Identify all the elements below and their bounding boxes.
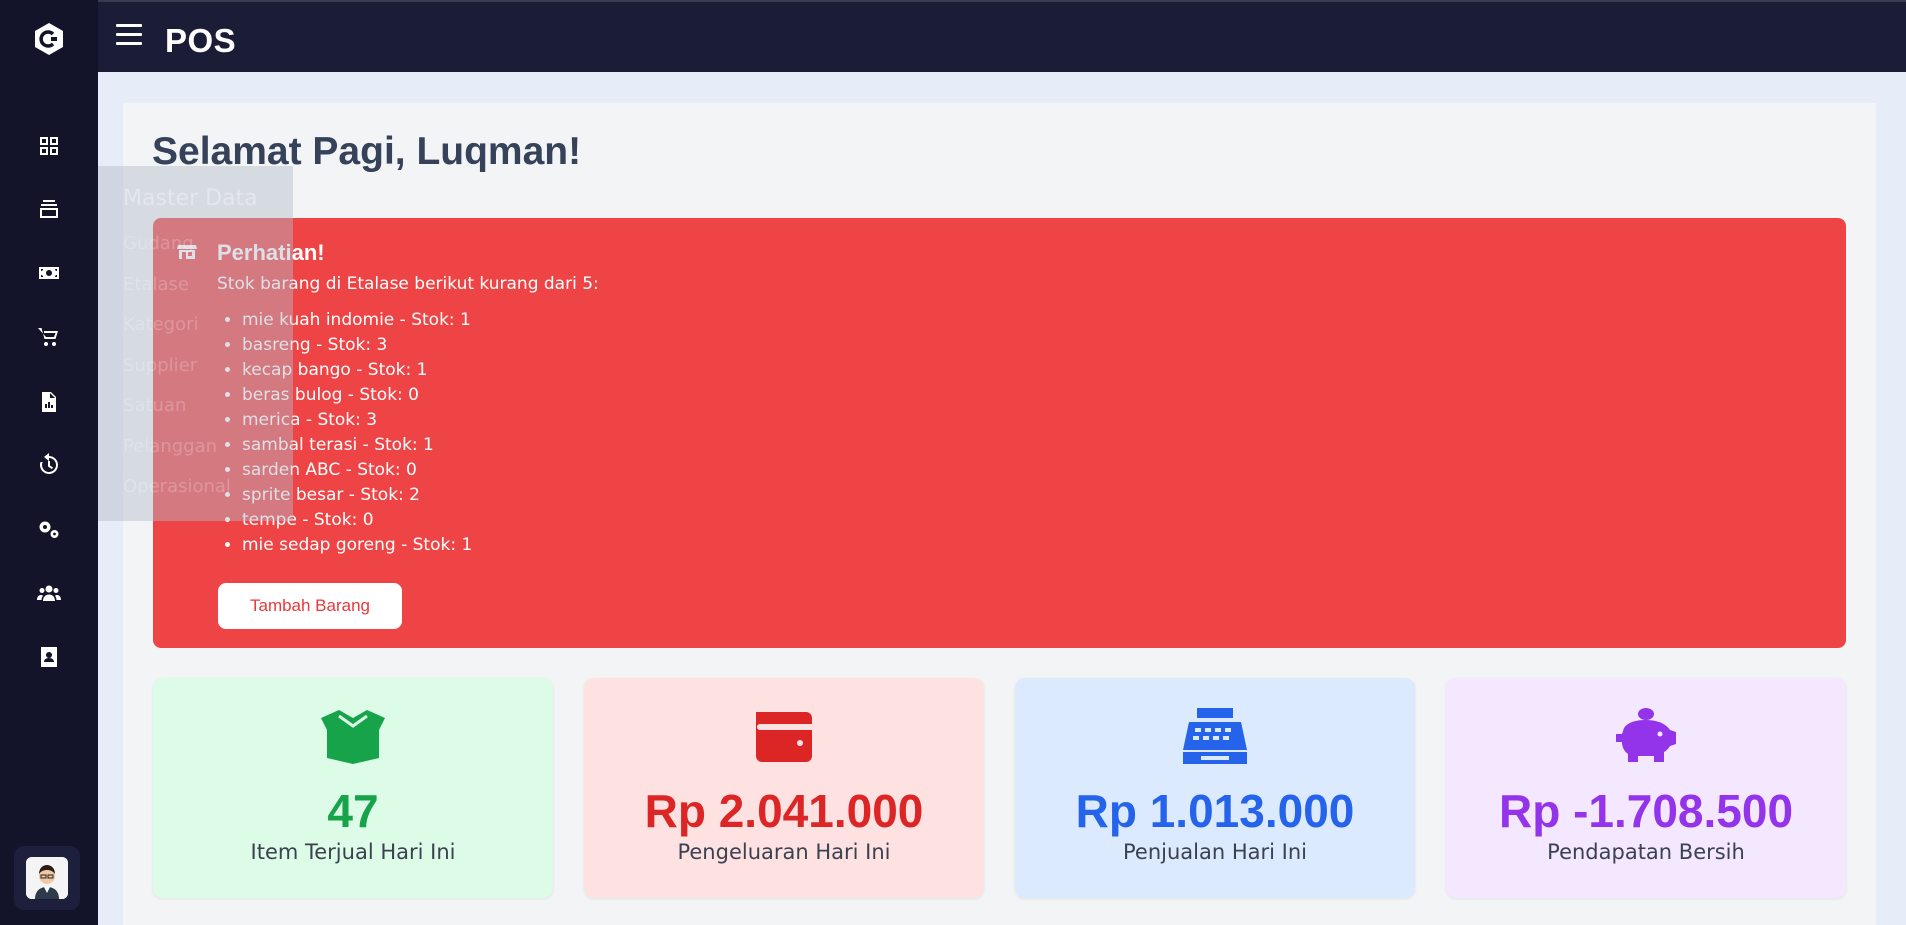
add-item-button[interactable]: Tambah Barang bbox=[218, 583, 402, 629]
flyout-item-etalase[interactable]: Etalase bbox=[123, 274, 189, 295]
flyout-item-operasional[interactable]: Operasional bbox=[123, 476, 231, 497]
flyout-item-satuan[interactable]: Satuan bbox=[123, 395, 186, 416]
stat-card-net-income: Rp -1.708.500 Pendapatan Bersih bbox=[1446, 678, 1846, 898]
history-icon[interactable] bbox=[33, 449, 65, 481]
stat-label: Penjualan Hari Ini bbox=[1123, 840, 1307, 864]
flyout-item-kategori[interactable]: Kategori bbox=[123, 314, 199, 335]
wallet-icon bbox=[756, 712, 812, 762]
stat-value: 47 bbox=[327, 785, 379, 837]
low-stock-alert: Perhatian! Stok barang di Etalase beriku… bbox=[153, 218, 1846, 648]
flyout-item-pelanggan[interactable]: Pelanggan bbox=[123, 436, 217, 457]
stat-label: Pendapatan Bersih bbox=[1547, 840, 1745, 864]
contact-icon[interactable] bbox=[33, 641, 65, 673]
stat-card-expenses: Rp 2.041.000 Pengeluaran Hari Ini bbox=[584, 678, 984, 898]
app-title: POS bbox=[165, 22, 237, 59]
stat-value: Rp -1.708.500 bbox=[1498, 785, 1794, 837]
stat-value: Rp 2.041.000 bbox=[644, 785, 924, 837]
box-icon bbox=[321, 710, 385, 764]
stat-card-sales: Rp 1.013.000 Penjualan Hari Ini bbox=[1015, 678, 1415, 898]
dashboard-icon[interactable] bbox=[33, 130, 65, 162]
flyout-item-supplier[interactable]: Supplier bbox=[123, 355, 197, 376]
stat-value: Rp 1.013.000 bbox=[1075, 785, 1355, 837]
report-icon[interactable] bbox=[33, 386, 65, 418]
avatar bbox=[26, 857, 68, 899]
list-item: mie sedap goreng - Stok: 1 bbox=[242, 533, 472, 558]
stat-label: Item Terjual Hari Ini bbox=[250, 840, 456, 864]
user-avatar-button[interactable] bbox=[14, 846, 80, 910]
cash-register-icon bbox=[1183, 708, 1247, 764]
stat-label: Pengeluaran Hari Ini bbox=[677, 840, 891, 864]
sidebar bbox=[0, 0, 98, 925]
flyout-title: Master Data bbox=[123, 186, 258, 211]
users-icon[interactable] bbox=[33, 577, 65, 609]
settings-icon[interactable] bbox=[33, 513, 65, 545]
flyout-item-gudang[interactable]: Gudang bbox=[123, 233, 194, 254]
money-icon[interactable] bbox=[33, 257, 65, 289]
piggy-bank-icon bbox=[1616, 708, 1676, 762]
menu-toggle-icon[interactable] bbox=[116, 24, 142, 46]
layers-icon[interactable] bbox=[33, 193, 65, 225]
stat-card-items-sold: 47 Item Terjual Hari Ini bbox=[153, 678, 553, 898]
topbar: POS bbox=[98, 0, 1906, 72]
app-logo-icon[interactable] bbox=[32, 22, 66, 56]
master-data-flyout: Master Data Gudang Etalase Kategori Supp… bbox=[98, 166, 293, 521]
cart-icon[interactable] bbox=[33, 321, 65, 353]
